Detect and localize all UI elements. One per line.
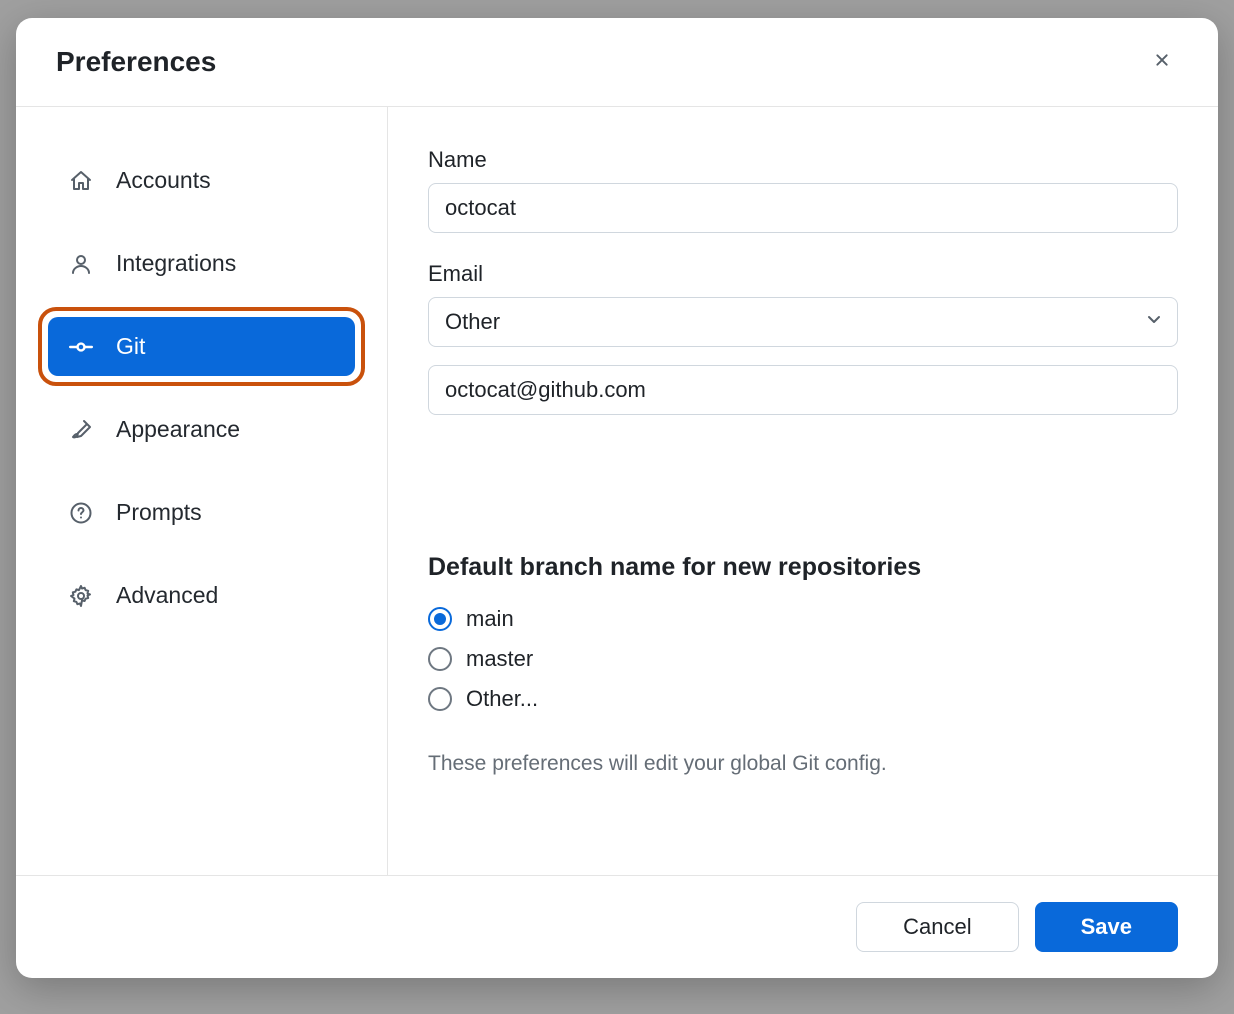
sidebar-item-git[interactable]: Git [48, 317, 355, 376]
dialog-body: Accounts Integrations Git [16, 107, 1218, 875]
email-select[interactable]: Other [428, 297, 1178, 347]
radio-icon [428, 607, 452, 631]
default-branch-heading: Default branch name for new repositories [428, 553, 1178, 582]
main-panel: Name Email Other Default branch name for… [388, 107, 1218, 875]
close-button[interactable] [1146, 46, 1178, 78]
question-circle-icon [68, 500, 94, 526]
cancel-button[interactable]: Cancel [856, 902, 1018, 952]
radio-icon [428, 647, 452, 671]
sidebar-item-label: Prompts [116, 499, 202, 526]
helper-text: These preferences will edit your global … [428, 752, 1178, 776]
name-input[interactable] [428, 183, 1178, 233]
branch-option-label: master [466, 646, 533, 672]
branch-option-label: main [466, 606, 514, 632]
email-input[interactable] [428, 365, 1178, 415]
sidebar-item-label: Integrations [116, 250, 236, 277]
sidebar-item-prompts-wrap: Prompts [38, 473, 365, 552]
dialog-title: Preferences [56, 46, 216, 78]
radio-icon [428, 687, 452, 711]
branch-option-master[interactable]: master [428, 646, 1178, 672]
sidebar-item-appearance-wrap: Appearance [38, 390, 365, 469]
email-select-wrap: Other [428, 297, 1178, 347]
home-icon [68, 168, 94, 194]
branch-option-label: Other... [466, 686, 538, 712]
sidebar-item-label: Advanced [116, 582, 218, 609]
sidebar-item-integrations[interactable]: Integrations [48, 234, 355, 293]
sidebar-item-accounts[interactable]: Accounts [48, 151, 355, 210]
sidebar-item-accounts-wrap: Accounts [38, 141, 365, 220]
dialog-footer: Cancel Save [16, 875, 1218, 978]
sidebar-item-integrations-wrap: Integrations [38, 224, 365, 303]
dialog-header: Preferences [16, 18, 1218, 107]
branch-option-other[interactable]: Other... [428, 686, 1178, 712]
person-icon [68, 251, 94, 277]
sidebar-item-advanced[interactable]: Advanced [48, 566, 355, 625]
name-label: Name [428, 147, 1178, 173]
sidebar-item-advanced-wrap: Advanced [38, 556, 365, 635]
email-label: Email [428, 261, 1178, 287]
branch-option-main[interactable]: main [428, 606, 1178, 632]
sidebar-item-git-wrap: Git [38, 307, 365, 386]
sidebar-item-label: Appearance [116, 416, 240, 443]
preferences-dialog: Preferences Accounts [16, 18, 1218, 978]
close-icon [1152, 50, 1172, 75]
paintbrush-icon [68, 417, 94, 443]
sidebar-item-label: Accounts [116, 167, 211, 194]
sidebar-item-appearance[interactable]: Appearance [48, 400, 355, 459]
sidebar-item-prompts[interactable]: Prompts [48, 483, 355, 542]
gear-icon [68, 583, 94, 609]
sidebar: Accounts Integrations Git [16, 107, 388, 875]
git-commit-icon [68, 334, 94, 360]
save-button[interactable]: Save [1035, 902, 1178, 952]
sidebar-item-label: Git [116, 333, 145, 360]
